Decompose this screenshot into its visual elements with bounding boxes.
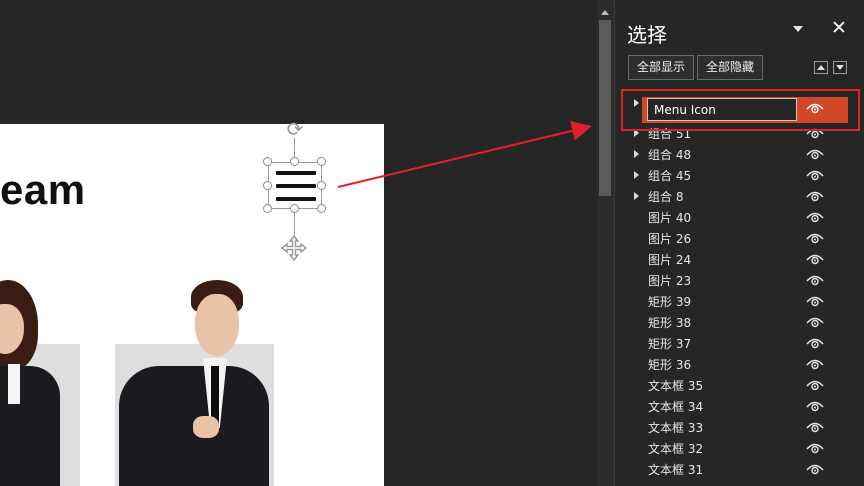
list-item-label: 矩形 37 [648, 337, 692, 351]
eye-icon[interactable] [806, 295, 824, 307]
close-icon[interactable]: ✕ [831, 17, 847, 39]
move-connector [294, 213, 295, 235]
hide-all-button[interactable]: 全部隐藏 [697, 55, 763, 80]
list-item[interactable]: 图片 23 [615, 271, 864, 292]
list-item-label: 文本框 31 [648, 463, 704, 477]
list-item[interactable]: 图片 40 [615, 208, 864, 229]
list-item[interactable]: 文本框 32 [615, 439, 864, 460]
send-backward-button[interactable] [833, 61, 847, 74]
list-item-label: 图片 26 [648, 232, 692, 246]
eye-icon[interactable] [806, 463, 824, 475]
face-shape [195, 294, 239, 356]
resize-handle-s[interactable] [290, 204, 299, 213]
move-handle-icon[interactable] [279, 233, 309, 263]
eye-icon[interactable] [806, 337, 824, 349]
expand-arrow-icon[interactable] [634, 150, 639, 158]
list-item-label: 文本框 34 [648, 400, 704, 414]
pane-title: 选择 [627, 23, 667, 47]
eye-icon[interactable] [806, 190, 824, 202]
list-item-label: 文本框 32 [648, 442, 704, 456]
hand-shape [193, 416, 219, 438]
person-photo-1[interactable] [0, 280, 80, 486]
hamburger-icon-bar-bottom [276, 197, 316, 201]
list-item-label: 图片 23 [648, 274, 692, 288]
list-item-label: 矩形 36 [648, 358, 692, 372]
slide[interactable]: eam [0, 124, 384, 486]
list-item-label: 组合 48 [648, 148, 692, 162]
person-photo-2[interactable] [115, 280, 274, 486]
list-item[interactable]: 组合 45 [615, 166, 864, 187]
eye-icon[interactable] [806, 442, 824, 454]
slide-canvas[interactable]: eam ⟳ [0, 0, 597, 486]
list-item[interactable]: 组合 8 [615, 187, 864, 208]
list-item[interactable]: 文本框 33 [615, 418, 864, 439]
list-item-label: 图片 24 [648, 253, 692, 267]
annotation-highlight-box [621, 89, 860, 131]
expand-arrow-icon[interactable] [634, 192, 639, 200]
list-item[interactable]: 矩形 39 [615, 292, 864, 313]
rotate-connector [294, 138, 295, 158]
list-item-label: 矩形 38 [648, 316, 692, 330]
eye-icon[interactable] [806, 421, 824, 433]
scrollbar-thumb[interactable] [599, 20, 611, 196]
eye-icon[interactable] [806, 400, 824, 412]
list-item-label: 组合 8 [648, 190, 684, 204]
resize-handle-w[interactable] [263, 181, 272, 190]
list-item[interactable]: 文本框 31 [615, 460, 864, 481]
scroll-up-arrow-icon[interactable] [601, 10, 609, 15]
chevron-down-icon[interactable] [793, 26, 803, 32]
list-item-label: 组合 45 [648, 169, 692, 183]
eye-icon[interactable] [806, 148, 824, 160]
slide-title-text[interactable]: eam [0, 166, 86, 214]
eye-icon[interactable] [806, 211, 824, 223]
list-item[interactable]: 图片 24 [615, 250, 864, 271]
hamburger-icon-bar-top [276, 171, 316, 175]
eye-icon[interactable] [806, 274, 824, 286]
object-list: 组合 51 组合 48 组合 45 组合 8 图片 40 图片 26 图片 24 图片 23 矩… [615, 124, 864, 481]
rotate-handle-icon[interactable]: ⟳ [284, 118, 306, 140]
resize-handle-n[interactable] [290, 157, 299, 166]
resize-handle-nw[interactable] [263, 157, 272, 166]
list-item[interactable]: 文本框 34 [615, 397, 864, 418]
list-item-label: 图片 40 [648, 211, 692, 225]
resize-handle-se[interactable] [317, 204, 326, 213]
resize-handle-e[interactable] [317, 181, 326, 190]
eye-icon[interactable] [806, 316, 824, 328]
list-item-label: 文本框 35 [648, 379, 704, 393]
hamburger-icon-bar-middle [276, 184, 316, 188]
list-item[interactable]: 组合 48 [615, 145, 864, 166]
list-item-label: 文本框 33 [648, 421, 704, 435]
eye-icon[interactable] [806, 358, 824, 370]
canvas-vertical-scrollbar[interactable] [597, 0, 614, 486]
list-item[interactable]: 矩形 37 [615, 334, 864, 355]
list-item[interactable]: 文本框 35 [615, 376, 864, 397]
eye-icon[interactable] [806, 253, 824, 265]
arrow-up-icon [817, 65, 825, 70]
list-item[interactable]: 矩形 36 [615, 355, 864, 376]
expand-arrow-icon[interactable] [634, 171, 639, 179]
list-item[interactable]: 图片 26 [615, 229, 864, 250]
arrow-down-icon [836, 65, 844, 70]
eye-icon[interactable] [806, 379, 824, 391]
show-all-button[interactable]: 全部显示 [628, 55, 694, 80]
eye-icon[interactable] [806, 169, 824, 181]
resize-handle-ne[interactable] [317, 157, 326, 166]
list-item-label: 矩形 39 [648, 295, 692, 309]
bring-forward-button[interactable] [814, 61, 828, 74]
resize-handle-sw[interactable] [263, 204, 272, 213]
eye-icon[interactable] [806, 232, 824, 244]
list-item[interactable]: 矩形 38 [615, 313, 864, 334]
shirt-shape [8, 364, 20, 404]
selection-pane: 选择 ✕ 全部显示 全部隐藏 组合 51组合 48组合 45组合 8图片 40图… [615, 0, 864, 486]
